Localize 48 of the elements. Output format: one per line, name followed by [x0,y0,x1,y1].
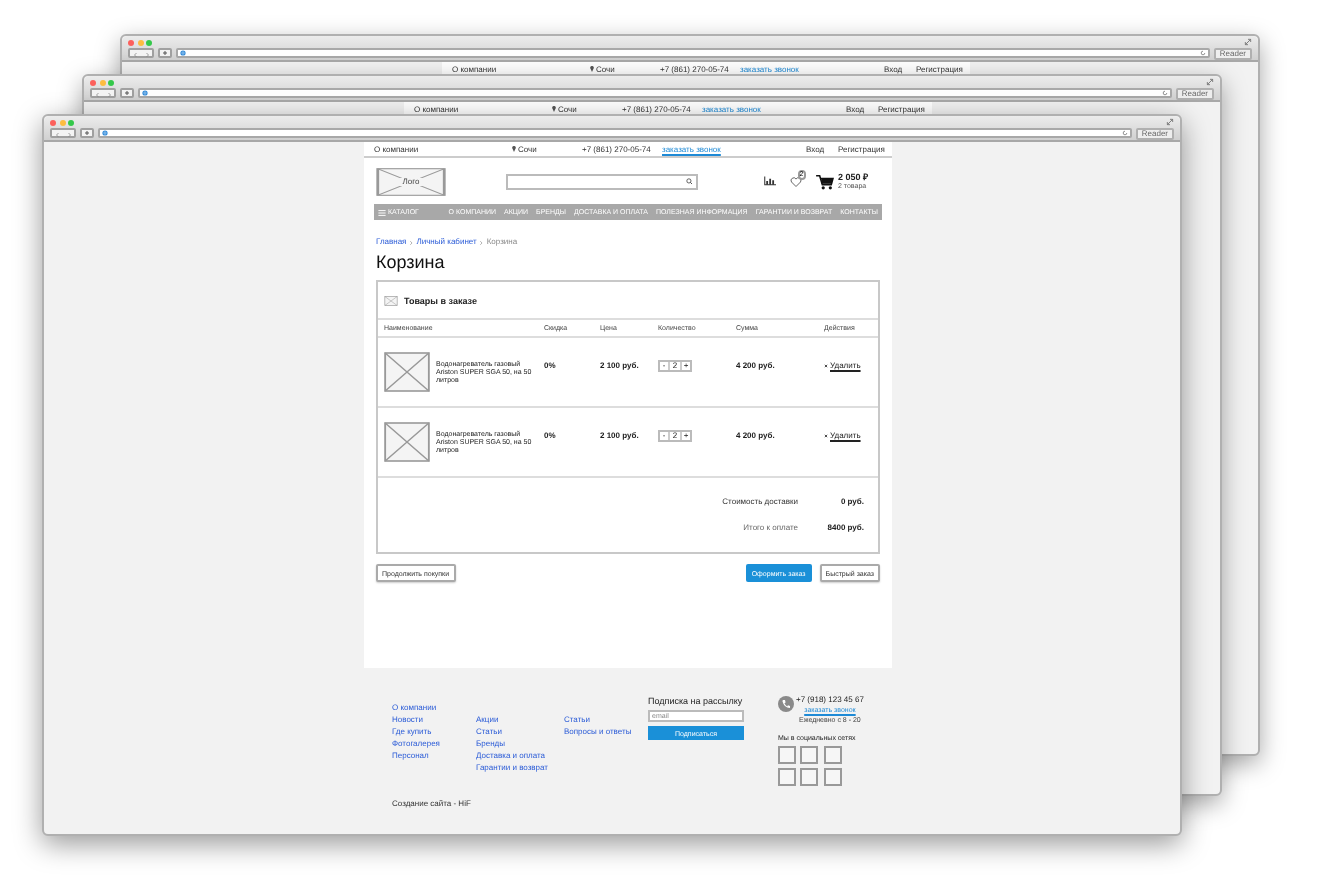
add-button[interactable] [80,128,94,138]
back-icon[interactable] [130,51,141,57]
back-icon[interactable] [52,131,63,137]
globe-icon [142,90,148,96]
zoom-button[interactable] [108,79,114,85]
back-forward-buttons[interactable] [50,128,76,138]
fullscreen-icon[interactable] [1166,118,1174,126]
plus-icon [124,90,130,96]
logo-placeholder-icon [376,167,446,195]
add-button[interactable] [158,48,172,58]
back-forward-buttons[interactable] [90,88,116,98]
reload-icon[interactable] [1199,50,1206,56]
phone-icon [778,696,794,712]
forward-icon[interactable] [141,51,152,57]
fullscreen-icon[interactable] [1206,78,1214,86]
plus-icon [162,50,168,56]
close-button[interactable] [90,79,96,85]
menu-icon [378,209,386,215]
image-placeholder-icon [384,295,398,305]
plus-icon [84,130,90,136]
close-button[interactable] [50,119,56,125]
add-button[interactable] [120,88,134,98]
zoom-button[interactable] [68,119,74,125]
forward-icon[interactable] [63,131,74,137]
bar-chart-icon[interactable] [764,176,776,186]
fullscreen-icon[interactable] [1244,38,1252,46]
back-forward-buttons[interactable] [128,48,154,58]
product-image-placeholder [384,352,430,392]
address-field[interactable] [138,88,1172,98]
address-field[interactable] [176,48,1210,58]
page-title: Корзина [374,252,447,272]
search-icon[interactable] [685,177,692,185]
zoom-button[interactable] [146,39,152,45]
product-image-placeholder [384,422,430,462]
close-button[interactable] [128,39,134,45]
globe-icon [180,50,186,56]
minimize-button[interactable] [99,79,105,85]
minimize-button[interactable] [137,39,143,45]
reload-icon[interactable] [1121,130,1128,136]
cart-icon[interactable] [816,173,834,189]
address-field[interactable] [98,128,1132,138]
globe-icon [102,130,108,136]
heart-icon [790,176,802,188]
search-field[interactable] [506,173,698,189]
forward-icon[interactable] [103,91,114,97]
minimize-button[interactable] [59,119,65,125]
reload-icon[interactable] [1161,90,1168,96]
back-icon[interactable] [92,91,103,97]
